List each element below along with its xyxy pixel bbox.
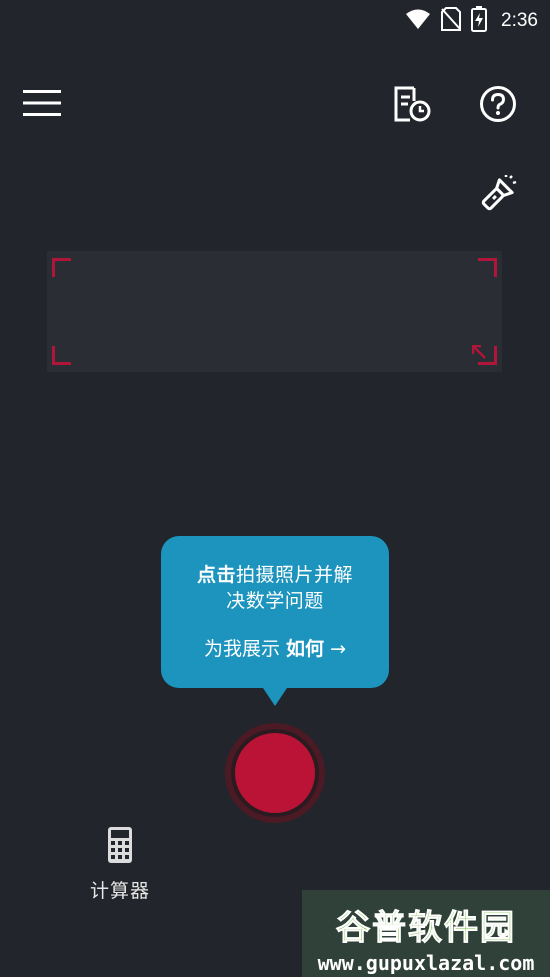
battery-charging-icon <box>471 6 488 36</box>
watermark: 谷普软件园 www.gupuxlazal.com <box>302 890 550 977</box>
show-me-how-link[interactable]: 为我展示 如何 → <box>161 636 389 662</box>
resize-arrow-icon[interactable] <box>471 344 486 359</box>
wifi-icon <box>405 8 431 34</box>
watermark-title: 谷普软件园 <box>336 908 516 949</box>
calculator-icon <box>107 827 133 868</box>
scan-frame[interactable] <box>47 251 502 372</box>
status-bar: 2:36 <box>0 0 550 38</box>
scan-corner-top-right <box>478 258 497 277</box>
arrow-right-icon: → <box>330 638 347 660</box>
no-sim-icon <box>441 7 462 35</box>
tutorial-tooltip[interactable]: 点击拍摄照片并解 决数学问题 为我展示 如何 → <box>161 536 389 706</box>
help-icon[interactable] <box>478 84 518 124</box>
tooltip-instruction: 点击拍摄照片并解 <box>161 562 389 588</box>
status-time: 2:36 <box>501 10 538 31</box>
menu-icon[interactable] <box>22 86 62 120</box>
scan-corner-top-left <box>52 258 71 277</box>
status-icons: 2:36 <box>405 6 538 36</box>
show-me-how-word: 如何 <box>286 638 325 660</box>
show-me-prefix: 为我展示 <box>203 638 280 660</box>
history-icon[interactable] <box>390 84 434 124</box>
shutter-inner <box>235 733 315 813</box>
camera-screen: 2:36 点击拍摄照片并解 决数学问题 为我展示 如何 → 计算器 谷普软件园 … <box>0 0 550 977</box>
watermark-url: www.gupuxlazal.com <box>317 951 535 975</box>
tooltip-tap-word: 点击 <box>196 564 236 586</box>
shutter-button[interactable] <box>225 723 325 823</box>
tooltip-line2: 决数学问题 <box>226 590 324 612</box>
calculator-label: 计算器 <box>89 880 150 902</box>
scan-corner-bottom-left <box>52 346 71 365</box>
tooltip-line1: 拍摄照片并解 <box>236 564 354 586</box>
calculator-button[interactable]: 计算器 <box>80 826 160 903</box>
flashlight-icon[interactable] <box>478 174 518 214</box>
